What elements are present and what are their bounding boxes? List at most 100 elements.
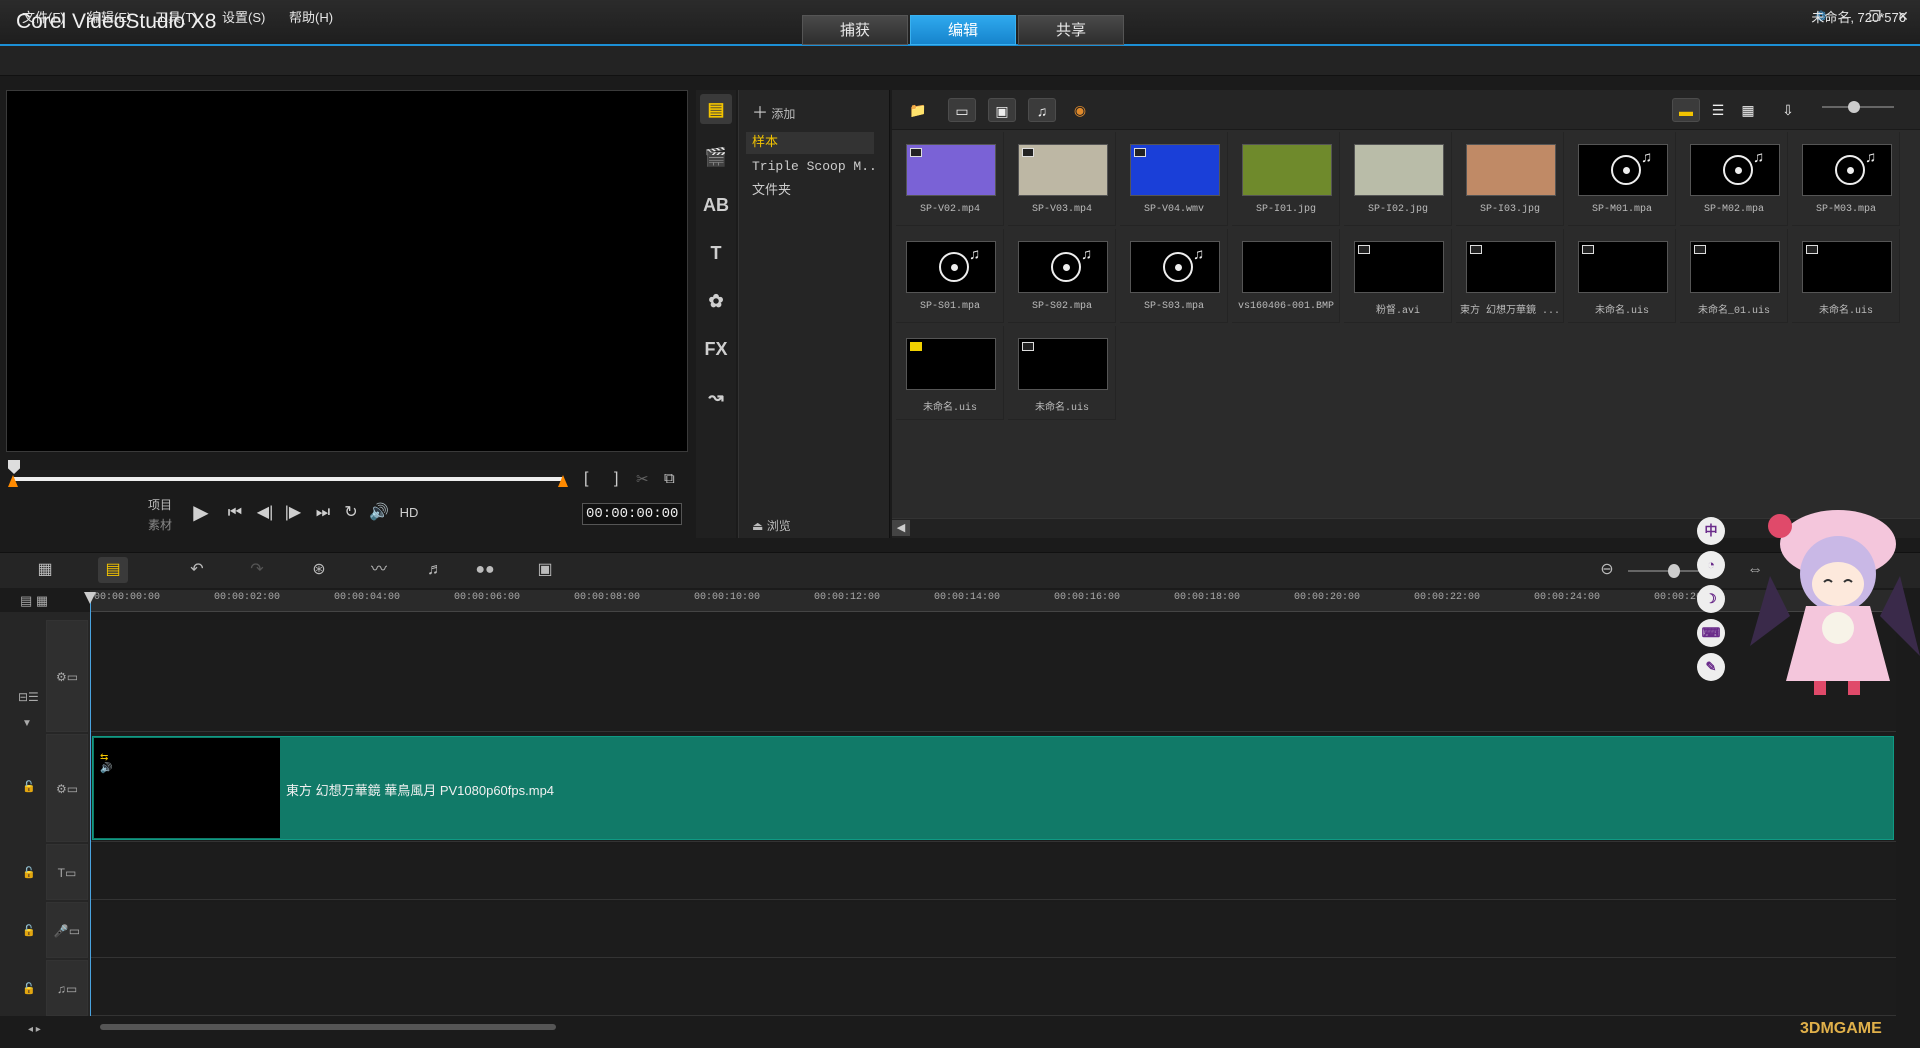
mark-out-button[interactable]: ] (614, 470, 618, 488)
enlarge-icon[interactable]: ⧉ (664, 470, 675, 487)
track-manager-icon[interactable]: ⊟☰ (18, 690, 39, 704)
ime-language-button[interactable]: 中 (1697, 517, 1725, 545)
library-item[interactable]: vs160406-001.BMP (1232, 229, 1340, 323)
hd-toggle[interactable]: HD (396, 500, 422, 526)
ime-tools-icon[interactable]: ✎ (1697, 653, 1725, 681)
record-capture-icon[interactable]: ⊛ (304, 557, 334, 583)
lock-icon[interactable]: 🔓 (22, 780, 36, 793)
library-item[interactable]: SP-I01.jpg (1232, 132, 1340, 226)
add-folder-button[interactable]: ＋ 添加 (752, 99, 795, 123)
show-effects-icon[interactable]: ◉ (1066, 98, 1094, 122)
timecode-field[interactable]: 00:00:00:00 (582, 503, 682, 525)
auto-music-icon[interactable]: ♬ (420, 557, 450, 583)
ime-keyboard-icon[interactable]: ⌨ (1697, 619, 1725, 647)
library-item[interactable]: ♫ SP-S01.mpa (896, 229, 1004, 323)
sound-mixer-icon[interactable]: 〰 (364, 557, 394, 583)
folder-samples[interactable]: 样本 (746, 132, 874, 154)
browse-button[interactable]: ⏏ 浏览 (752, 517, 791, 534)
subtitle-editor-icon[interactable]: ▣ (530, 557, 560, 583)
mode-project[interactable]: 项目 (148, 496, 172, 513)
library-item[interactable]: ♫ SP-M02.mpa (1680, 132, 1788, 226)
volume-icon[interactable]: 🔊 (366, 500, 392, 526)
graphic-icon[interactable]: ✿ (700, 286, 732, 316)
ime-punctuation-icon[interactable]: ◔ (1697, 551, 1725, 579)
media-library-icon[interactable]: ▤ (700, 94, 732, 124)
grid-view-icon[interactable]: ▦ (1734, 98, 1762, 122)
zoom-slider-handle[interactable] (1668, 564, 1680, 578)
storyboard-view-icon[interactable]: ▦ (30, 557, 60, 583)
menu-help[interactable]: 帮助(H) (289, 7, 333, 26)
zoom-out-icon[interactable]: ⊖ (1592, 557, 1622, 583)
motion-tracking-icon[interactable]: ●● (470, 557, 500, 583)
filter-icon[interactable]: FX (700, 334, 732, 364)
menu-edit[interactable]: 编辑(E) (88, 7, 131, 26)
undo-icon[interactable]: ↶ (182, 557, 212, 583)
library-item[interactable]: SP-I02.jpg (1344, 132, 1452, 226)
video-track-header[interactable]: ⚙▭ (46, 620, 88, 732)
library-item[interactable]: 粉督.avi (1344, 229, 1452, 323)
menu-tools[interactable]: 工具(T) (155, 7, 198, 26)
menu-settings[interactable]: 设置(S) (222, 7, 265, 26)
library-item[interactable]: ♫ SP-M03.mpa (1792, 132, 1900, 226)
library-item[interactable]: 東方 幻想万華鏡 ... (1456, 229, 1564, 323)
overlay-track-header[interactable]: ⚙▭ (46, 734, 88, 842)
tab-edit[interactable]: 编辑 (910, 15, 1016, 45)
folder-folder[interactable]: 文件夹 (746, 180, 874, 202)
show-all-tracks-icon[interactable]: ▤ ▦ (20, 593, 48, 609)
library-item[interactable]: SP-I03.jpg (1456, 132, 1564, 226)
collapse-left-icon[interactable]: ◀ (892, 520, 910, 536)
scrubber-handle[interactable] (8, 460, 20, 474)
timeline-nav-icon[interactable]: ◂ ▸ (28, 1024, 41, 1035)
library-item[interactable]: 未命名.uis (896, 326, 1004, 420)
library-item[interactable]: ♫ SP-S03.mpa (1120, 229, 1228, 323)
timeline-view-icon[interactable]: ▤ (98, 557, 128, 583)
previous-frame-icon[interactable]: ◀| (252, 500, 278, 526)
music-track-header[interactable]: ♫▭ (46, 960, 88, 1016)
mark-in-button[interactable]: [ (584, 470, 588, 488)
playhead[interactable] (90, 596, 91, 1016)
voice-track-header[interactable]: 🎤▭ (46, 902, 88, 958)
instant-project-icon[interactable]: 🎬 (700, 142, 732, 172)
lock-icon[interactable]: 🔓 (22, 982, 36, 995)
library-item[interactable]: 未命名_01.uis (1680, 229, 1788, 323)
show-photos-icon[interactable]: ▣ (988, 98, 1016, 122)
path-icon[interactable]: ↝ (700, 382, 732, 412)
library-item[interactable]: SP-V03.mp4 (1008, 132, 1116, 226)
tab-share[interactable]: 共享 (1018, 15, 1124, 45)
title-track[interactable] (90, 844, 1896, 900)
show-audio-icon[interactable]: ♫ (1028, 98, 1056, 122)
music-track[interactable] (90, 960, 1896, 1016)
repeat-icon[interactable]: ↻ (338, 500, 364, 526)
redo-icon[interactable]: ↷ (242, 557, 272, 583)
lock-icon[interactable]: 🔓 (22, 924, 36, 937)
voice-track[interactable] (90, 902, 1896, 958)
timeline-scrollbar[interactable] (100, 1024, 556, 1030)
expand-icon[interactable]: ▼ (22, 718, 32, 729)
title-icon[interactable]: T (700, 238, 732, 268)
title-track-header[interactable]: T▭ (46, 844, 88, 900)
folder-triple-scoop[interactable]: Triple Scoop M... (746, 156, 874, 178)
cut-icon[interactable]: ✂ (636, 470, 649, 488)
menu-file[interactable]: 文件(F) (22, 7, 65, 26)
mode-clip[interactable]: 素材 (148, 516, 172, 533)
video-track[interactable] (90, 620, 1896, 732)
scrub-bar[interactable] (12, 477, 564, 481)
library-item[interactable]: ♫ SP-S02.mpa (1008, 229, 1116, 323)
library-item[interactable]: ♫ SP-M01.mpa (1568, 132, 1676, 226)
tab-capture[interactable]: 捕获 (802, 15, 908, 45)
library-item[interactable]: SP-V04.wmv (1120, 132, 1228, 226)
home-icon[interactable]: ⏮ (222, 500, 248, 526)
thumbnail-view-icon[interactable]: ▬ (1672, 98, 1700, 122)
next-frame-icon[interactable]: |▶ (280, 500, 306, 526)
library-item[interactable]: SP-V02.mp4 (896, 132, 1004, 226)
sort-icon[interactable]: ⇩ (1774, 98, 1802, 122)
ime-moon-icon[interactable]: ☽ (1697, 585, 1725, 613)
folder-icon[interactable]: 📁 (904, 98, 932, 122)
lock-icon[interactable]: 🔓 (22, 866, 36, 879)
play-icon[interactable]: ▶ (188, 500, 214, 526)
library-item[interactable]: 未命名.uis (1568, 229, 1676, 323)
transition-icon[interactable]: AB (700, 190, 732, 220)
show-videos-icon[interactable]: ▭ (948, 98, 976, 122)
library-item[interactable]: 未命名.uis (1008, 326, 1116, 420)
thumbnail-size-handle[interactable] (1848, 101, 1860, 113)
